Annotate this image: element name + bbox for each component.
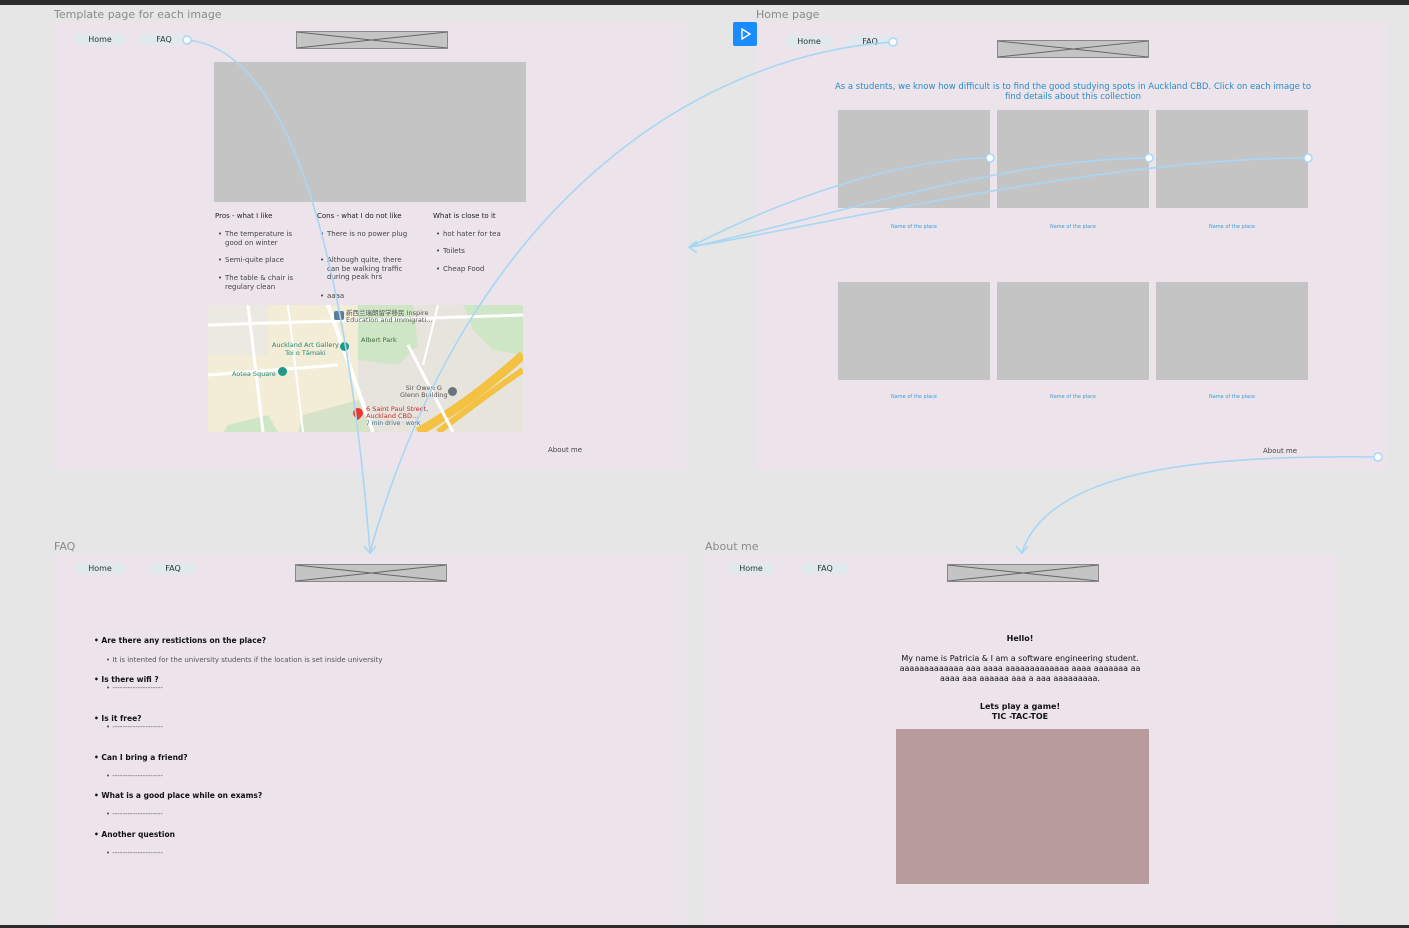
faq-question: • What is a good place while on exams? <box>94 791 263 800</box>
home-intro-text: As a students, we know how difficult is … <box>834 82 1312 102</box>
nav-faq-button[interactable]: FAQ <box>150 563 196 574</box>
tic-tac-toe-game-area[interactable] <box>896 729 1149 884</box>
arrowhead <box>1015 545 1029 555</box>
faq-answer: • -------------------- <box>106 723 163 731</box>
play-icon <box>741 27 752 41</box>
nearby-item: hot hater for tea <box>436 230 523 239</box>
nearby-item: Cheap Food <box>436 265 523 274</box>
place-image[interactable] <box>1156 282 1308 380</box>
nearby-item: Toilets <box>436 247 523 256</box>
faq-question: • Are there any restictions on the place… <box>94 636 267 645</box>
place-caption: Name of the place <box>1209 394 1255 400</box>
connector-line <box>1021 456 1379 553</box>
building-icon[interactable] <box>334 311 344 320</box>
arrowhead <box>687 240 698 254</box>
frame-title-faq[interactable]: FAQ <box>54 540 75 553</box>
cons-item: There is no power plug <box>320 230 413 239</box>
place-image[interactable] <box>838 110 990 208</box>
pros-item: The temperature is good on winter <box>218 230 305 247</box>
play-button[interactable] <box>733 22 757 46</box>
logo-placeholder <box>997 40 1149 58</box>
place-caption: Name of the place <box>1050 394 1096 400</box>
place-image[interactable] <box>997 282 1149 380</box>
arrowhead <box>363 545 377 555</box>
place-image[interactable] <box>838 282 990 380</box>
place-caption: Name of the place <box>1050 224 1096 230</box>
museum-icon[interactable] <box>340 342 349 351</box>
pros-item: The table & chair is regulary clean <box>218 274 305 291</box>
faq-answer: • It is intented for the university stud… <box>106 656 383 664</box>
place-caption: Name of the place <box>891 394 937 400</box>
faq-question: • Is there wifi ? <box>94 675 159 684</box>
nav-home-button[interactable]: Home <box>75 563 125 574</box>
nav-faq-button[interactable]: FAQ <box>802 563 848 574</box>
pros-item: Semi-quite place <box>218 256 305 265</box>
faq-question: • Is it free? <box>94 714 142 723</box>
nav-home-button[interactable]: Home <box>785 36 833 47</box>
about-game-intro: Lets play a game! TIC -TAC-TOE <box>979 702 1061 721</box>
faq-answer: • -------------------- <box>106 684 163 692</box>
place-caption: Name of the place <box>1209 224 1255 230</box>
faq-question: • Another question <box>94 830 175 839</box>
map-label-gallery[interactable]: Auckland Art Gallery Toi o Tāmaki <box>272 341 339 357</box>
logo-placeholder <box>296 31 448 49</box>
about-hello: Hello! <box>1006 634 1034 643</box>
nav-faq-button[interactable]: FAQ <box>140 34 188 45</box>
place-image[interactable] <box>997 110 1149 208</box>
map-label-sir-owen[interactable]: Sir Owen G Glenn Building <box>400 385 448 399</box>
logo-placeholder <box>295 564 447 582</box>
about-me-link[interactable]: About me <box>548 446 582 454</box>
cons-item: Although quite, there can be walking tra… <box>320 256 413 282</box>
frame-title-about[interactable]: About me <box>705 540 759 553</box>
university-icon[interactable] <box>448 387 457 396</box>
faq-question: • Can I bring a friend? <box>94 753 188 762</box>
place-caption: Name of the place <box>891 224 937 230</box>
about-bio: My name is Patricia & I am a software en… <box>899 654 1141 683</box>
cons-item: aaaa <box>320 292 413 301</box>
top-bar <box>0 0 1409 5</box>
faq-answer: • -------------------- <box>106 810 163 818</box>
nav-home-button[interactable]: Home <box>74 34 126 45</box>
frame-faq[interactable] <box>54 554 686 925</box>
nearby-heading: What is close to it <box>433 212 496 220</box>
logo-placeholder <box>947 564 1099 582</box>
map-label-drive: 7 min drive · work <box>366 420 421 427</box>
map-label-destination[interactable]: 6 Saint Paul Street, Auckland CBD... <box>366 406 428 420</box>
frame-title-template[interactable]: Template page for each image <box>54 8 222 21</box>
faq-answer: • -------------------- <box>106 772 163 780</box>
cons-heading: Cons - what I do not like <box>317 212 402 220</box>
nav-faq-button[interactable]: FAQ <box>848 36 892 47</box>
hero-image-placeholder <box>214 62 526 202</box>
pros-heading: Pros - what I like <box>215 212 273 220</box>
location-map[interactable]: 新西兰瑞朗留学移民 Inspire Education and Immigrat… <box>208 305 523 432</box>
faq-answer: • -------------------- <box>106 849 163 857</box>
place-image[interactable] <box>1156 110 1308 208</box>
map-label-albert-park[interactable]: Albert Park <box>361 336 397 344</box>
map-label-inspire[interactable]: 新西兰瑞朗留学移民 Inspire Education and Immigrat… <box>346 310 432 324</box>
nav-home-button[interactable]: Home <box>728 563 774 574</box>
about-me-link[interactable]: About me <box>1263 447 1297 455</box>
landmark-icon[interactable] <box>278 367 287 376</box>
map-label-aotea[interactable]: Aotea Square <box>232 370 276 378</box>
frame-title-home[interactable]: Home page <box>756 8 819 21</box>
